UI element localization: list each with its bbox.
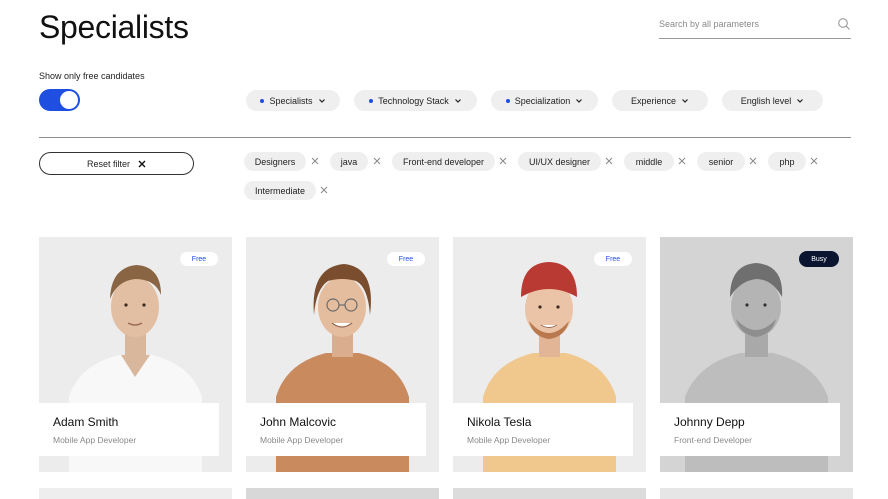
active-dot-icon <box>260 98 265 103</box>
filter-tag-senior: senior <box>697 152 745 171</box>
reset-filter-button[interactable]: Reset filter <box>39 152 194 175</box>
specialist-role: Mobile App Developer <box>467 435 551 445</box>
card-info: Johnny Depp Front-end Developer <box>660 403 840 456</box>
dropdown-experience[interactable]: Experience <box>612 90 708 111</box>
specialist-role: Front-end Developer <box>674 435 752 445</box>
card-info: Adam Smith Mobile App Developer <box>39 403 219 456</box>
free-candidates-toggle[interactable] <box>39 89 80 111</box>
free-candidates-label: Show only free candidates <box>39 71 145 81</box>
specialist-role: Mobile App Developer <box>53 435 137 445</box>
filter-tag-ui-ux-designer: UI/UX designer <box>518 152 601 171</box>
status-badge: Free <box>594 252 632 266</box>
dropdown-specialization[interactable]: Specialization <box>491 90 598 111</box>
chevron-down-icon <box>318 98 325 103</box>
specialist-card-partial[interactable] <box>453 488 646 499</box>
toggle-knob <box>60 91 78 109</box>
dropdown-label: Technology Stack <box>378 95 449 106</box>
remove-tag-icon[interactable] <box>605 157 613 165</box>
dropdown-label: Specialists <box>269 95 313 106</box>
specialist-card[interactable]: Free Nikola Tesla Mobile App Developer <box>453 237 646 472</box>
dropdown-label: English level <box>740 95 792 106</box>
page-title: Specialists <box>39 9 189 45</box>
specialist-card[interactable]: Busy Johnny Depp Front-end Developer <box>660 237 853 472</box>
reset-filter-label: Reset filter <box>86 158 130 169</box>
remove-tag-icon[interactable] <box>320 186 328 194</box>
filter-tag-php: php <box>768 152 806 171</box>
specialist-name: Nikola Tesla <box>467 415 532 429</box>
filter-tag-front-end-developer: Front-end developer <box>392 152 495 171</box>
dropdown-label: Specialization <box>514 95 571 106</box>
remove-tag-icon[interactable] <box>311 157 319 165</box>
card-info: Nikola Tesla Mobile App Developer <box>453 403 633 456</box>
chevron-down-icon <box>454 98 461 103</box>
specialist-name: Adam Smith <box>53 415 119 429</box>
status-badge: Busy <box>799 251 839 267</box>
remove-tag-icon[interactable] <box>810 157 818 165</box>
remove-tag-icon[interactable] <box>499 157 507 165</box>
specialist-card[interactable]: Free Adam Smith Mobile App Developer <box>39 237 232 472</box>
filter-tag-java: java <box>330 152 368 171</box>
search-icon[interactable] <box>837 17 851 31</box>
dropdown-english-level[interactable]: English level <box>722 90 823 111</box>
specialist-card-partial[interactable] <box>660 488 853 499</box>
status-badge: Free <box>180 252 218 266</box>
active-dot-icon <box>505 98 510 103</box>
specialist-card[interactable]: Free John Malcovic Mobile App Developer <box>246 237 439 472</box>
dropdown-specialists[interactable]: Specialists <box>246 90 340 111</box>
specialist-card-partial[interactable] <box>246 488 439 499</box>
search-box[interactable] <box>659 12 851 39</box>
specialist-card-partial[interactable] <box>39 488 232 499</box>
chevron-down-icon <box>682 98 688 103</box>
card-info: John Malcovic Mobile App Developer <box>246 403 426 456</box>
filter-tag-intermediate: Intermediate <box>244 181 316 200</box>
specialist-role: Mobile App Developer <box>260 435 344 445</box>
dropdown-label: Experience <box>630 95 677 106</box>
specialist-name: Johnny Depp <box>674 415 745 429</box>
status-badge: Free <box>387 252 425 266</box>
filters-divider <box>39 137 851 138</box>
remove-tag-icon[interactable] <box>678 157 686 165</box>
filter-tag-designers: Designers <box>244 152 306 171</box>
remove-tag-icon[interactable] <box>749 157 757 165</box>
close-icon <box>138 160 146 167</box>
chevron-down-icon <box>797 98 804 103</box>
specialist-name: John Malcovic <box>260 415 337 429</box>
active-dot-icon <box>369 98 374 103</box>
remove-tag-icon[interactable] <box>373 157 381 165</box>
dropdown-technology-stack[interactable]: Technology Stack <box>354 90 477 111</box>
chevron-down-icon <box>576 98 583 103</box>
filter-tag-middle: middle <box>624 152 674 171</box>
search-input[interactable] <box>659 12 829 36</box>
